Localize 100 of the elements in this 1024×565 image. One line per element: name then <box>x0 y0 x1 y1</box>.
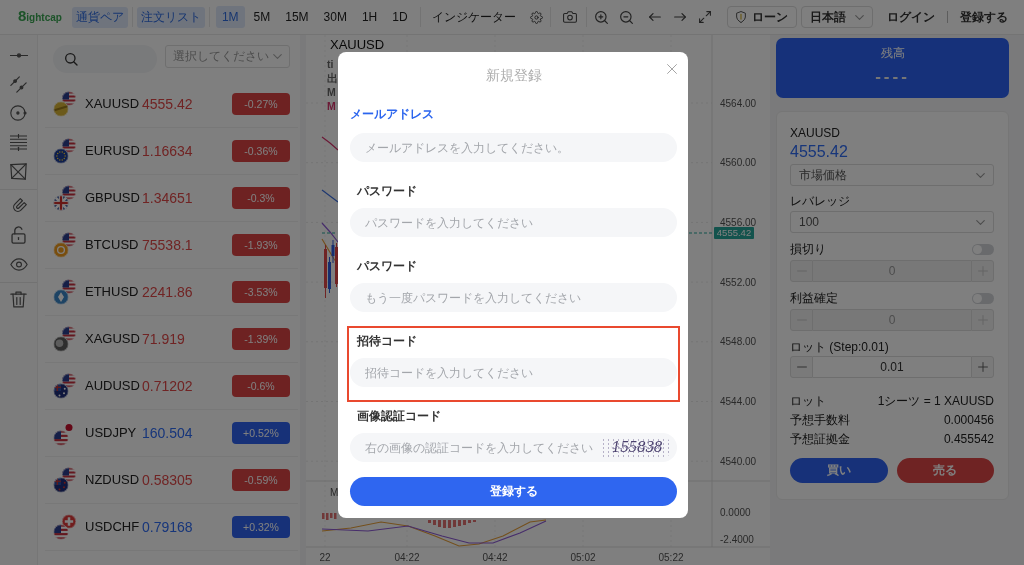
order-type-select[interactable]: 市場価格 <box>790 164 994 186</box>
trend-lines-icon[interactable] <box>10 75 27 93</box>
caret-icon <box>976 219 985 225</box>
price-axis-label: 4556.00 <box>720 216 757 228</box>
price-line <box>688 232 715 234</box>
currency-pair-icon <box>53 185 77 211</box>
detail-value: 1シーツ = 1 XAUUSD <box>877 394 994 408</box>
histogram-bar <box>428 520 431 523</box>
zoom-in-icon[interactable] <box>594 10 608 24</box>
symbol-name: ETHUSD <box>85 284 140 300</box>
arrow-left-icon[interactable] <box>648 13 661 21</box>
circle-icon[interactable] <box>10 105 27 121</box>
login-link[interactable]: ログイン <box>887 9 935 25</box>
currency-pair-icon <box>53 138 77 164</box>
histogram-bar <box>468 520 471 523</box>
balance-label: 残高 <box>880 46 905 60</box>
timeframe-tab[interactable]: 1M <box>215 6 245 28</box>
panel-tab[interactable]: 注文リスト <box>136 6 205 28</box>
logo: 8ightcap <box>18 8 62 26</box>
histogram-bar <box>448 520 451 528</box>
plus-icon <box>977 362 988 372</box>
search-icon <box>65 52 78 66</box>
detail-label: ロット <box>790 394 826 408</box>
timeframe-tab[interactable]: 1D <box>386 6 414 28</box>
timeframe-tab[interactable]: 30M <box>317 6 353 28</box>
price-axis-label: 4544.00 <box>720 396 757 407</box>
legend-label: ti <box>327 57 334 71</box>
search-field[interactable] <box>53 45 157 73</box>
histogram-bar <box>453 520 456 527</box>
loan-button[interactable]: ローン <box>727 6 797 28</box>
symbol-price: 160.504 <box>142 424 193 442</box>
unlock-icon[interactable] <box>11 226 26 244</box>
moving-average-line <box>321 222 339 243</box>
panel-tab[interactable]: 通貨ペア <box>71 6 128 28</box>
caret-icon <box>976 172 985 178</box>
register-link[interactable]: 登録する <box>960 9 1008 25</box>
symbol-name: EURUSD <box>85 143 141 159</box>
change-badge: -0.27% <box>232 93 290 115</box>
legend-label: 出 <box>327 71 338 85</box>
parallel-lines-icon[interactable] <box>10 133 27 151</box>
timeframe-tab[interactable]: 5M <box>247 6 277 28</box>
language-select[interactable]: 日本語 <box>801 6 873 28</box>
symbol-price: 71.919 <box>142 330 185 348</box>
trash-icon[interactable] <box>10 290 27 308</box>
symbol-price: 2241.86 <box>142 283 193 301</box>
moving-average-line <box>321 189 339 203</box>
symbol-name: BTCUSD <box>85 237 140 253</box>
legend-label: M <box>327 99 336 113</box>
register-button[interactable]: 登録する <box>350 477 677 506</box>
caret-icon <box>855 14 864 20</box>
eye-icon[interactable] <box>9 257 28 271</box>
magnet-icon[interactable] <box>10 197 27 215</box>
camera-icon[interactable] <box>562 11 577 23</box>
histogram-bar <box>458 520 461 526</box>
change-badge: -1.93% <box>232 234 290 256</box>
buy-button[interactable]: 買い <box>790 458 888 483</box>
change-badge: +0.52% <box>232 422 290 444</box>
symbol-name: AUDUSD <box>85 378 141 394</box>
timeframe-tab[interactable]: 15M <box>279 6 315 28</box>
zoom-out-icon[interactable] <box>619 10 633 24</box>
field-label: 招待コード <box>357 334 417 348</box>
horizontal-line-icon[interactable] <box>9 52 28 58</box>
field-label: 画像認証コード <box>357 409 441 423</box>
input-field[interactable]: パスワードを入力してください <box>350 208 677 237</box>
settings-icon[interactable] <box>529 10 543 24</box>
time-axis-label: 04:42 <box>482 551 508 563</box>
arrow-right-icon[interactable] <box>673 13 686 21</box>
shield-icon <box>736 11 746 23</box>
input-field[interactable]: メールアドレスを入力してください。 <box>350 133 677 162</box>
currency-pair-icon <box>53 326 77 352</box>
symbol-name: GBPUSD <box>85 190 141 206</box>
method-tab[interactable]: メールアドレス <box>350 106 434 122</box>
sell-button[interactable]: 売る <box>896 458 994 483</box>
number-field[interactable]: 0.01 <box>813 356 971 378</box>
field-label: ロット (Step:0.01) <box>790 340 890 354</box>
crossed-square-icon[interactable] <box>10 162 27 180</box>
field-label: 損切り <box>790 242 826 256</box>
price-line <box>321 232 338 234</box>
indicator-axis-label: 0.0000 <box>720 506 751 518</box>
histogram-bar <box>438 520 441 527</box>
currency-pair-icon <box>53 373 77 399</box>
leverage-select[interactable]: 100 <box>790 211 994 233</box>
field-label: レバレッジ <box>790 194 851 208</box>
expand-icon[interactable] <box>698 11 711 23</box>
legend-label: M <box>327 85 336 99</box>
currency-pair-icon <box>53 279 77 305</box>
field-label: パスワード <box>357 259 417 273</box>
change-badge: +0.32% <box>232 516 290 538</box>
price-tag: 4555.42 <box>714 227 754 239</box>
timeframe-tab[interactable]: 1H <box>355 6 384 28</box>
input-field[interactable]: もう一度パスワードを入力してください <box>350 283 677 312</box>
change-badge: -0.6% <box>232 375 290 397</box>
symbol-price: 0.58305 <box>142 471 193 489</box>
caret-icon <box>273 54 282 59</box>
input-field[interactable]: 招待コードを入力してください <box>350 358 677 387</box>
change-badge: -3.53% <box>232 281 290 303</box>
change-badge: -1.39% <box>232 328 290 350</box>
detail-value: 0.000456 <box>943 413 994 427</box>
indicators-button[interactable]: インジケーター <box>431 9 516 25</box>
close-icon[interactable] <box>667 64 677 74</box>
